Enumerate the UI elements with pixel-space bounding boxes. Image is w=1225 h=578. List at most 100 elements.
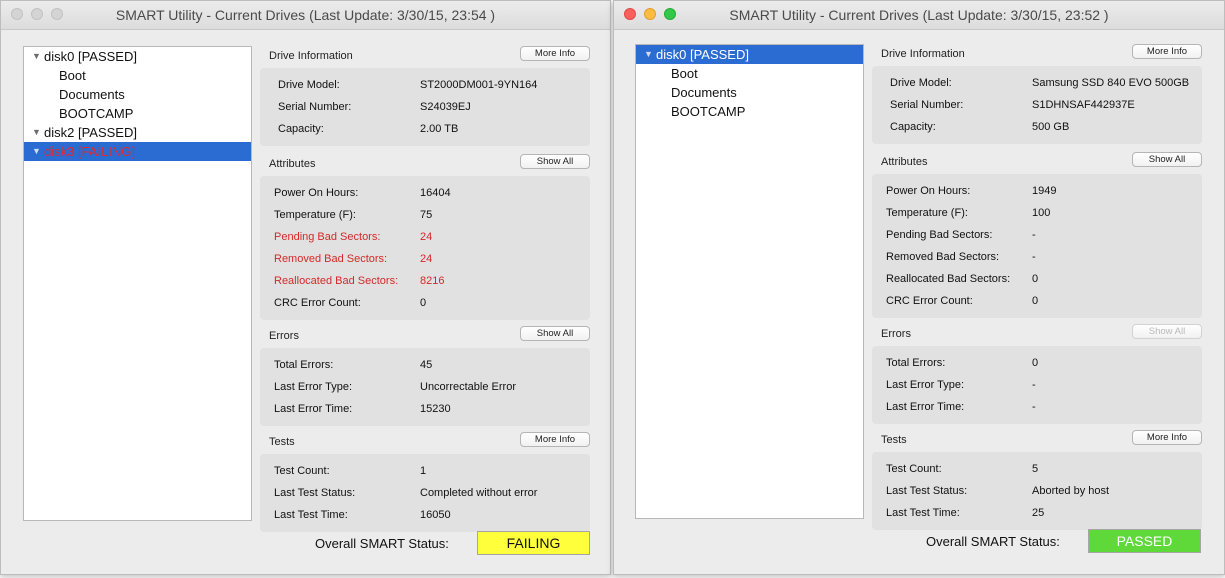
row-key: Last Test Time: — [886, 507, 960, 519]
row-value: 0 — [420, 297, 427, 309]
row-key: Last Test Time: — [274, 509, 348, 521]
title-bar[interactable]: SMART Utility - Current Drives (Last Upd… — [1, 1, 610, 30]
volume-item[interactable]: Boot — [636, 64, 863, 83]
drive-list[interactable]: ▼ disk0 [PASSED] Boot Documents BOOTCAMP ▼ dis… — [23, 46, 252, 521]
attribute-row: Removed Bad Sectors: 24 — [260, 248, 590, 270]
drive-label: BOOTCAMP — [59, 106, 134, 121]
attributes-header: Attributes Show All — [260, 154, 590, 176]
drive-label: Documents — [59, 87, 125, 102]
row-key: Reallocated Bad Sectors: — [274, 275, 399, 287]
row-value: 24 — [420, 253, 433, 265]
test-row: Test Count: 5 — [872, 458, 1202, 480]
drive-info-row: Capacity: 500 GB — [872, 116, 1202, 138]
drive-information-header: Drive Information More Info — [260, 46, 590, 68]
test-row: Test Count: 1 — [260, 460, 590, 482]
row-value: Samsung SSD 840 EVO 500GB — [1032, 77, 1190, 89]
attributes-show-all-button[interactable]: Show All — [1132, 152, 1202, 167]
row-value: S1DHNSAF442937E — [1032, 99, 1135, 111]
row-key: Test Count: — [274, 465, 330, 477]
attribute-row: Reallocated Bad Sectors: 8216 — [260, 270, 590, 292]
row-key: Reallocated Bad Sectors: — [886, 273, 1011, 285]
row-key: Last Test Status: — [274, 487, 356, 499]
drive-label: disk0 [PASSED] — [44, 49, 137, 64]
row-value: Uncorrectable Error — [420, 381, 516, 393]
row-value: 25 — [1032, 507, 1045, 519]
drive-label: Documents — [671, 85, 737, 100]
row-value: 5 — [1032, 463, 1039, 475]
test-row: Last Test Time: 16050 — [260, 504, 590, 526]
drive-list[interactable]: ▼ disk0 [PASSED] Boot Documents BOOTCAMP — [635, 44, 864, 519]
test-row: Last Test Status: Aborted by host — [872, 480, 1202, 502]
disclosure-triangle-icon[interactable]: ▼ — [32, 142, 41, 161]
tests-group: Test Count: 5 Last Test Status: Aborted by … — [872, 452, 1202, 530]
disclosure-triangle-icon[interactable]: ▼ — [32, 47, 41, 66]
tests-more-info-button[interactable]: More Info — [520, 432, 590, 447]
row-value: 100 — [1032, 207, 1051, 219]
row-key: CRC Error Count: — [886, 295, 973, 307]
overall-status-badge: PASSED — [1088, 529, 1201, 553]
attribute-row: Temperature (F): 100 — [872, 202, 1202, 224]
row-value: 45 — [420, 359, 433, 371]
attributes-group: Power On Hours: 1949 Temperature (F): 100 Pe… — [872, 174, 1202, 318]
row-value: 16050 — [420, 509, 451, 521]
drive-label: Boot — [671, 66, 698, 81]
overall-status-label: Overall SMART Status: — [315, 536, 449, 551]
row-value: - — [1032, 401, 1036, 413]
row-value: 0 — [1032, 295, 1039, 307]
row-value: Completed without error — [420, 487, 538, 499]
errors-show-all-button: Show All — [1132, 324, 1202, 339]
disk-item[interactable]: ▼ disk0 [PASSED] — [24, 47, 251, 66]
overall-status-badge: FAILING — [477, 531, 590, 555]
row-value: - — [1032, 251, 1036, 263]
drive-info-row: Drive Model: ST2000DM001-9YN164 — [260, 74, 590, 96]
row-value: 0 — [1032, 357, 1039, 369]
row-key: Test Count: — [886, 463, 942, 475]
row-value: 24 — [420, 231, 433, 243]
row-value: 16404 — [420, 187, 451, 199]
drive-info-row: Capacity: 2.00 TB — [260, 118, 590, 140]
row-key: Capacity: — [890, 121, 936, 133]
drive-info-more-info-button[interactable]: More Info — [520, 46, 590, 61]
row-key: Power On Hours: — [274, 187, 359, 199]
row-key: Removed Bad Sectors: — [886, 251, 1000, 263]
section-title: Errors — [269, 330, 299, 342]
attributes-show-all-button[interactable]: Show All — [520, 154, 590, 169]
drive-info-more-info-button[interactable]: More Info — [1132, 44, 1202, 59]
section-title: Tests — [269, 436, 295, 448]
disclosure-triangle-icon[interactable]: ▼ — [644, 45, 653, 64]
row-key: Last Error Time: — [274, 403, 353, 415]
error-row: Last Error Type: Uncorrectable Error — [260, 376, 590, 398]
drive-label: disk3 [FAILING] — [44, 144, 136, 159]
errors-show-all-button[interactable]: Show All — [520, 326, 590, 341]
volume-item[interactable]: Boot — [24, 66, 251, 85]
volume-item[interactable]: Documents — [636, 83, 863, 102]
error-row: Last Error Time: - — [872, 396, 1202, 418]
row-value: 8216 — [420, 275, 445, 287]
attributes-group: Power On Hours: 16404 Temperature (F): 75 Pe… — [260, 176, 590, 320]
row-value: - — [1032, 379, 1036, 391]
disk-item[interactable]: ▼ disk0 [PASSED] — [636, 45, 863, 64]
smart-window-right: SMART Utility - Current Drives (Last Upd… — [613, 0, 1225, 575]
volume-item[interactable]: BOOTCAMP — [636, 102, 863, 121]
title-bar[interactable]: SMART Utility - Current Drives (Last Upd… — [614, 1, 1224, 30]
section-title: Drive Information — [269, 50, 353, 62]
volume-item[interactable]: Documents — [24, 85, 251, 104]
drive-info-row: Serial Number: S1DHNSAF442937E — [872, 94, 1202, 116]
row-value: 2.00 TB — [420, 123, 459, 135]
row-key: Last Test Status: — [886, 485, 968, 497]
errors-group: Total Errors: 0 Last Error Type: - Last Erro… — [872, 346, 1202, 424]
error-row: Total Errors: 45 — [260, 354, 590, 376]
row-key: Last Error Type: — [274, 381, 353, 393]
drive-info-row: Serial Number: S24039EJ — [260, 96, 590, 118]
disk-item[interactable]: ▼ disk3 [FAILING] — [24, 142, 251, 161]
volume-item[interactable]: BOOTCAMP — [24, 104, 251, 123]
attribute-row: Power On Hours: 1949 — [872, 180, 1202, 202]
disclosure-triangle-icon[interactable]: ▼ — [32, 123, 41, 142]
tests-more-info-button[interactable]: More Info — [1132, 430, 1202, 445]
disk-item[interactable]: ▼ disk2 [PASSED] — [24, 123, 251, 142]
attribute-row: Temperature (F): 75 — [260, 204, 590, 226]
attribute-row: CRC Error Count: 0 — [872, 290, 1202, 312]
drive-label: Boot — [59, 68, 86, 83]
drive-information-group: Drive Model: ST2000DM001-9YN164 Serial Num… — [260, 68, 590, 146]
overall-status-label: Overall SMART Status: — [926, 534, 1060, 549]
